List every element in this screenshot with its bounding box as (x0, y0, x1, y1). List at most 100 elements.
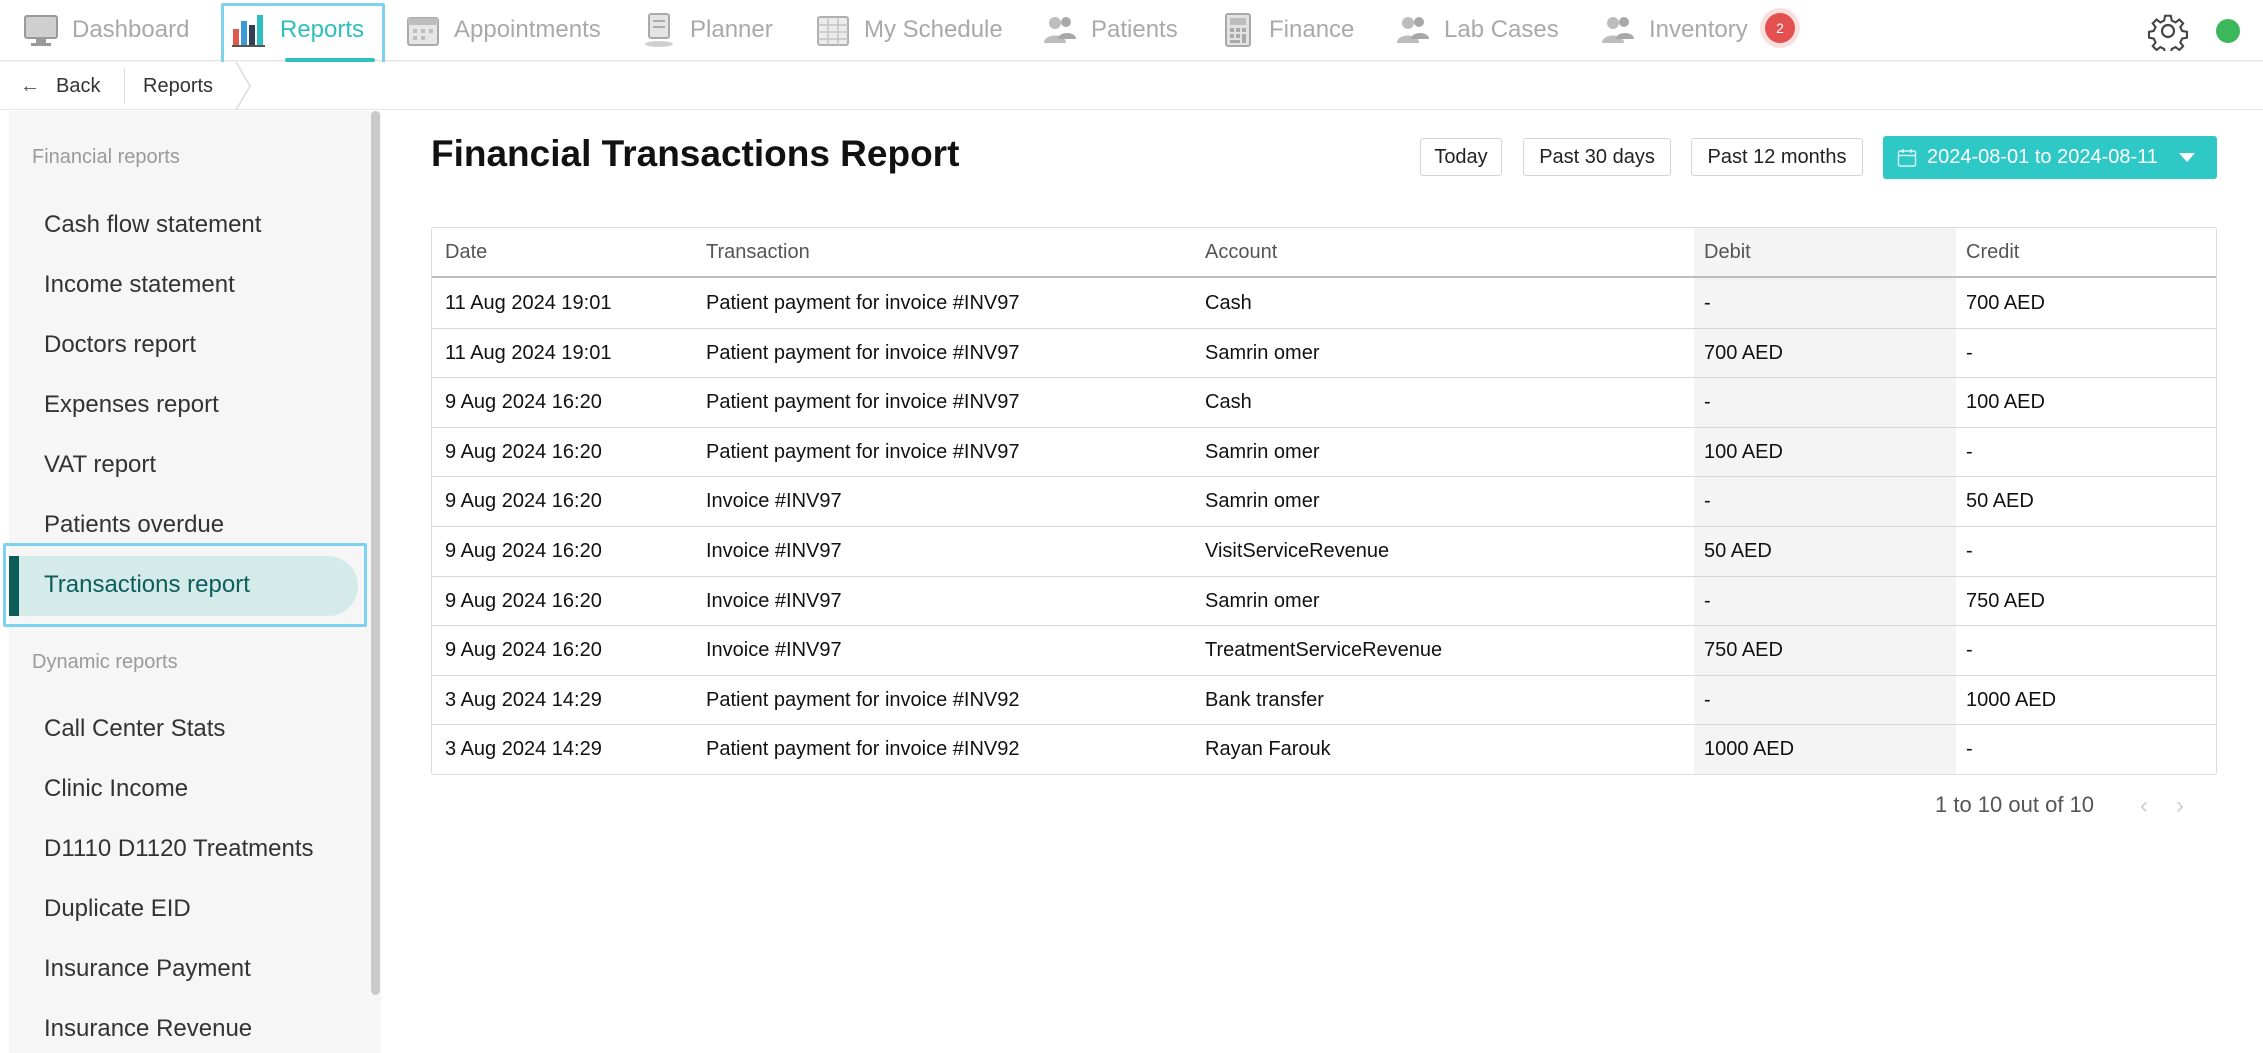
nav-label: Inventory (1649, 16, 1748, 43)
sidebar-item-expenses-report[interactable]: Expenses report (44, 390, 219, 420)
calculator-icon (1219, 11, 1257, 49)
sidebar-heading-financial: Financial reports (32, 146, 180, 168)
transactions-table: Date Transaction Account Debit Credit 11… (431, 227, 2217, 775)
previous-page-icon[interactable]: ‹ (2140, 792, 2148, 820)
nav-my-schedule[interactable]: My Schedule (814, 0, 1003, 60)
cell-account: Samrin omer (1205, 589, 1320, 612)
nav-finance[interactable]: Finance (1219, 0, 1354, 60)
row-divider (432, 625, 2216, 627)
cell-transaction: Patient payment for invoice #INV92 (706, 738, 1020, 761)
cell-date: 11 Aug 2024 19:01 (445, 292, 612, 314)
column-header-debit[interactable]: Debit (1704, 238, 1751, 266)
nav-label: Patients (1091, 16, 1178, 43)
sidebar-item-vat-report[interactable]: VAT report (44, 450, 156, 480)
cell-debit: - (1704, 589, 1711, 612)
cell-credit: - (1966, 341, 1973, 364)
sidebar-item-call-center-stats[interactable]: Call Center Stats (44, 714, 225, 744)
breadcrumb-divider (124, 68, 125, 104)
cell-credit: 700 AED (1966, 292, 2045, 314)
nav-patients[interactable]: Patients (1041, 0, 1178, 60)
inventory-badge: 2 (1765, 13, 1795, 43)
sidebar-item-patients-overdue[interactable]: Patients overdue (44, 510, 224, 540)
cell-debit: 100 AED (1704, 440, 1783, 463)
cell-date: 9 Aug 2024 16:20 (445, 440, 602, 463)
sidebar-item-income-statement[interactable]: Income statement (44, 270, 235, 300)
cell-debit: - (1704, 688, 1711, 711)
top-navigation: Dashboard Reports Appointments Planner M… (0, 0, 2263, 69)
cell-transaction: Patient payment for invoice #INV97 (706, 341, 1020, 364)
cell-debit: 50 AED (1704, 540, 1772, 562)
cell-transaction: Invoice #INV97 (706, 490, 842, 513)
cell-date: 11 Aug 2024 19:01 (445, 341, 612, 364)
back-button[interactable]: ← Back (20, 72, 100, 100)
cell-transaction: Invoice #INV97 (706, 540, 842, 562)
cell-debit: 750 AED (1704, 639, 1783, 662)
nav-planner[interactable]: Planner (640, 0, 773, 60)
nav-label: Lab Cases (1444, 16, 1559, 43)
nav-inventory[interactable]: Inventory (1599, 0, 1748, 60)
nav-label: Planner (690, 16, 773, 43)
row-divider (432, 377, 2216, 379)
sidebar-scrollbar[interactable] (371, 111, 380, 995)
sidebar-item-insurance-payment[interactable]: Insurance Payment (44, 954, 251, 984)
date-range-value: 2024-08-01 to 2024-08-11 (1927, 146, 2158, 168)
cell-date: 9 Aug 2024 16:20 (445, 391, 602, 414)
nav-label: Finance (1269, 16, 1355, 43)
sidebar-item-insurance-revenue[interactable]: Insurance Revenue (44, 1014, 252, 1044)
past-12-months-button[interactable]: Past 12 months (1691, 138, 1863, 176)
cell-transaction: Patient payment for invoice #INV92 (706, 688, 1020, 711)
cell-credit: 1000 AED (1966, 688, 2057, 711)
sidebar-heading-dynamic: Dynamic reports (32, 651, 178, 673)
column-header-credit[interactable]: Credit (1966, 238, 2019, 266)
chevron-right-icon (235, 62, 251, 110)
nav-label: Appointments (454, 16, 601, 43)
cell-date: 9 Aug 2024 16:20 (445, 540, 602, 562)
transactions-focus-highlight (3, 543, 367, 627)
cell-account: Rayan Farouk (1205, 738, 1331, 761)
caret-down-icon (2179, 153, 2195, 162)
row-divider (432, 575, 2216, 577)
nav-appointments[interactable]: Appointments (404, 0, 601, 60)
row-divider (432, 724, 2216, 726)
sidebar-item-duplicate-eid[interactable]: Duplicate EID (44, 894, 191, 924)
sidebar-item-clinic-income[interactable]: Clinic Income (44, 774, 188, 804)
cell-date: 9 Aug 2024 16:20 (445, 589, 602, 612)
past-30-days-button[interactable]: Past 30 days (1523, 138, 1671, 176)
cell-debit: - (1704, 490, 1711, 513)
column-header-account[interactable]: Account (1205, 238, 1277, 266)
column-header-transaction[interactable]: Transaction (706, 238, 810, 266)
cell-account: Cash (1205, 292, 1252, 314)
gear-icon[interactable] (2147, 11, 2188, 55)
cell-credit: - (1966, 738, 1973, 761)
cell-transaction: Patient payment for invoice #INV97 (706, 440, 1020, 463)
nav-lab-cases[interactable]: Lab Cases (1394, 0, 1559, 60)
cell-date: 3 Aug 2024 14:29 (445, 738, 602, 761)
back-label: Back (56, 74, 101, 97)
today-button[interactable]: Today (1420, 138, 1502, 176)
cell-transaction: Invoice #INV97 (706, 639, 842, 662)
cell-debit: 1000 AED (1704, 738, 1795, 761)
cell-debit: - (1704, 292, 1711, 314)
cell-date: 9 Aug 2024 16:20 (445, 490, 602, 513)
sidebar-item-doctors-report[interactable]: Doctors report (44, 330, 196, 360)
nav-dashboard[interactable]: Dashboard (22, 0, 189, 60)
row-divider (432, 426, 2216, 428)
arrow-left-icon: ← (20, 74, 40, 97)
column-header-date[interactable]: Date (445, 238, 487, 266)
sidebar-item-cash-flow-statement[interactable]: Cash flow statement (44, 210, 261, 240)
cell-account: Bank transfer (1205, 688, 1324, 711)
cell-credit: 100 AED (1966, 391, 2045, 414)
cell-transaction: Patient payment for invoice #INV97 (706, 391, 1020, 414)
cell-transaction: Patient payment for invoice #INV97 (706, 292, 1020, 314)
next-page-icon[interactable]: › (2176, 792, 2184, 820)
calendar-icon (404, 11, 442, 49)
date-range-picker[interactable]: 2024-08-01 to 2024-08-11 (1883, 136, 2217, 179)
breadcrumb-current[interactable]: Reports (143, 72, 213, 100)
cell-date: 3 Aug 2024 14:29 (445, 688, 602, 711)
cell-credit: 50 AED (1966, 490, 2034, 513)
cell-account: VisitServiceRevenue (1205, 540, 1390, 562)
row-divider (432, 327, 2216, 329)
schedule-icon (814, 11, 852, 49)
row-divider (432, 674, 2216, 676)
sidebar-item-d1110-d1120-treatments[interactable]: D1110 D1120 Treatments (44, 834, 313, 864)
